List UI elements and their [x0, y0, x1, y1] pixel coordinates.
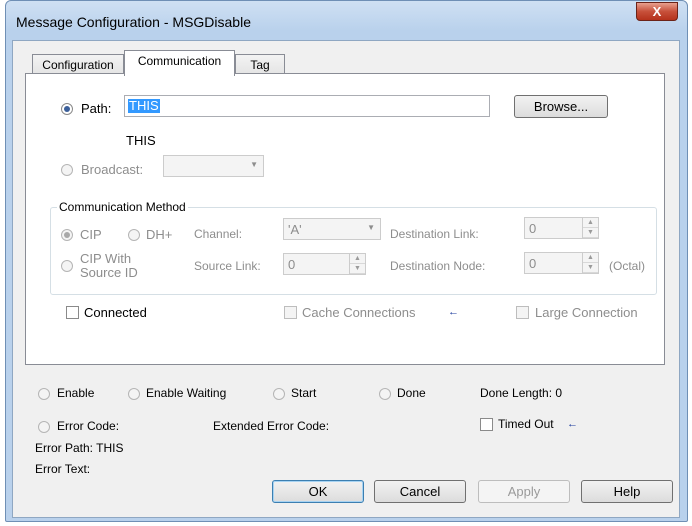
large-connection-checkbox[interactable] — [516, 306, 529, 319]
timed-out-arrow-icon: ← — [567, 418, 578, 430]
apply-button[interactable]: Apply — [478, 480, 570, 503]
cancel-button[interactable]: Cancel — [374, 480, 466, 503]
communication-method-label: Communication Method — [57, 200, 188, 214]
broadcast-label: Broadcast: — [81, 162, 144, 177]
start-status-indicator — [273, 388, 285, 400]
done-length-text: Done Length: 0 — [480, 386, 563, 400]
connected-label: Connected — [84, 305, 147, 320]
resolved-path-text: THIS — [126, 133, 156, 148]
destination-node-spinner[interactable]: ▲ ▼ — [582, 253, 598, 273]
cache-connections-label: Cache Connections — [302, 305, 416, 320]
destination-link-value: 0 — [529, 221, 537, 236]
window-title: Message Configuration - MSGDisable — [16, 14, 251, 30]
done-status-label: Done — [397, 386, 426, 400]
dhplus-radio[interactable] — [128, 229, 140, 241]
enable-waiting-status-label: Enable Waiting — [146, 386, 227, 400]
destination-link-spinner[interactable]: ▲ ▼ — [582, 218, 598, 238]
extended-error-code-label: Extended Error Code: — [213, 419, 330, 433]
cip-with-source-label-line2: Source ID — [80, 265, 138, 280]
error-text-label: Error Text: — [35, 462, 91, 476]
connected-checkbox[interactable] — [66, 306, 79, 319]
start-status-label: Start — [291, 386, 317, 400]
timed-out-label: Timed Out — [498, 417, 554, 431]
error-code-status-indicator — [38, 421, 50, 433]
done-status-indicator — [379, 388, 391, 400]
enable-status-label: Enable — [57, 386, 95, 400]
tab-communication[interactable]: Communication — [124, 50, 235, 76]
timed-out-checkbox[interactable] — [480, 418, 493, 431]
cip-with-source-label: CIP With Source ID — [80, 252, 138, 280]
cip-with-source-radio[interactable] — [61, 260, 73, 272]
large-connection-label: Large Connection — [535, 305, 638, 320]
chevron-down-icon: ▼ — [250, 160, 258, 169]
dhplus-label: DH+ — [146, 227, 173, 242]
channel-value: 'A' — [288, 222, 302, 237]
error-code-label: Error Code: — [57, 419, 120, 433]
enable-waiting-status-indicator — [128, 388, 140, 400]
source-link-label: Source Link: — [194, 259, 261, 273]
destination-link-input[interactable]: 0 ▲ ▼ — [524, 217, 599, 239]
destination-node-value: 0 — [529, 256, 537, 271]
channel-dropdown[interactable]: 'A' ▼ — [283, 218, 381, 240]
destination-node-label: Destination Node: — [390, 259, 486, 273]
cip-label: CIP — [80, 227, 102, 242]
channel-label: Channel: — [194, 227, 243, 241]
source-link-spinner[interactable]: ▲ ▼ — [349, 254, 365, 274]
source-link-value: 0 — [288, 257, 296, 272]
ok-button[interactable]: OK — [272, 480, 364, 503]
source-link-input[interactable]: 0 ▲ ▼ — [283, 253, 366, 275]
octal-label: (Octal) — [609, 259, 645, 273]
destination-link-label: Destination Link: — [390, 227, 479, 241]
path-label: Path: — [81, 101, 112, 116]
enable-status-indicator — [38, 388, 50, 400]
close-button[interactable]: X — [636, 2, 678, 21]
path-input-value: THIS — [128, 98, 160, 113]
cip-with-source-label-line1: CIP With — [80, 251, 132, 266]
path-input[interactable]: THIS — [124, 95, 490, 117]
browse-button[interactable]: Browse... — [514, 95, 608, 118]
broadcast-radio[interactable] — [61, 164, 73, 176]
chevron-down-icon: ▼ — [367, 223, 375, 232]
broadcast-dropdown[interactable]: ▼ — [163, 155, 264, 177]
error-path-text: Error Path: THIS — [35, 441, 124, 455]
cache-connections-checkbox[interactable] — [284, 306, 297, 319]
cache-connections-arrow-icon: ← — [448, 306, 459, 318]
path-radio[interactable] — [61, 103, 73, 115]
cip-radio[interactable] — [61, 229, 73, 241]
destination-node-input[interactable]: 0 ▲ ▼ — [524, 252, 599, 274]
help-button[interactable]: Help — [581, 480, 673, 503]
